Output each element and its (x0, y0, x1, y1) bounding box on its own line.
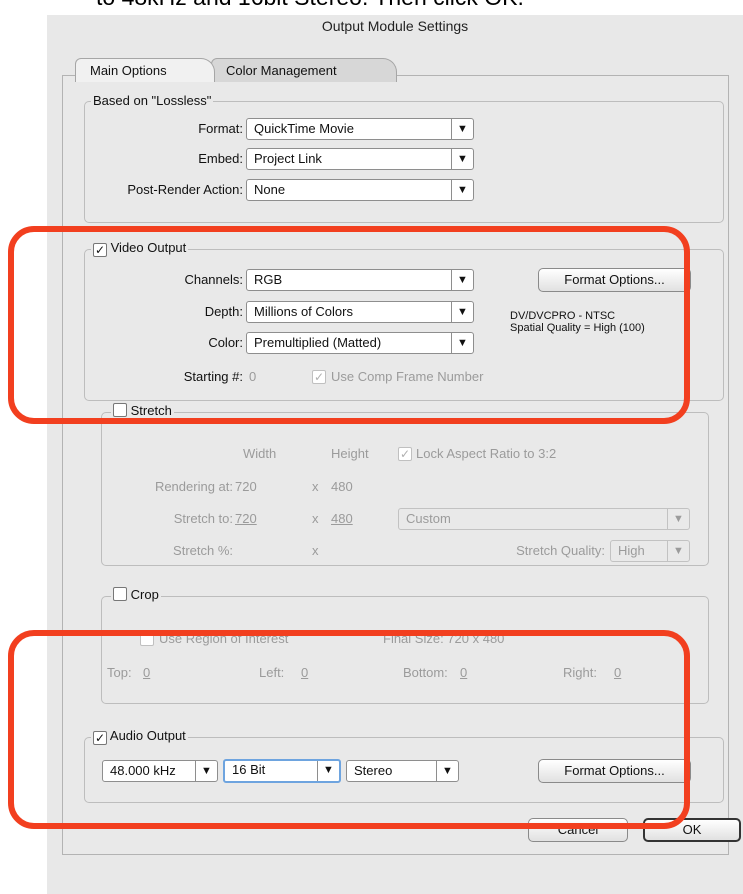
ok-button[interactable]: OK (643, 818, 741, 842)
audio-rate-value: 48.000 kHz (110, 763, 176, 778)
audio-format-options-button[interactable]: Format Options... (538, 759, 691, 783)
triangle-down-icon: ▼ (667, 541, 689, 561)
triangle-down-icon: ▼ (436, 761, 458, 781)
video-output-label: Video Output (110, 240, 187, 255)
audio-output-checkbox[interactable]: ✓ (93, 731, 107, 745)
video-output-legend: ✓ Video Output (91, 240, 189, 257)
color-label: Color: (208, 335, 243, 350)
channels-select-value: RGB (254, 272, 283, 287)
post-render-select-value: None (254, 182, 286, 197)
rendering-x: x (312, 479, 319, 494)
format-label: Format: (198, 121, 243, 136)
audio-channels-value: Stereo (354, 763, 393, 778)
stretch-quality-value: High (618, 543, 645, 558)
stretch-percent-label: Stretch %: (173, 543, 233, 558)
stretch-to-height[interactable]: 480 (331, 508, 353, 530)
use-comp-frame-label: Use Comp Frame Number (331, 369, 484, 384)
crop-top-value[interactable]: 0 (143, 662, 150, 684)
depth-select[interactable]: Millions of Colors ▼ (246, 301, 474, 323)
color-select-value: Premultiplied (Matted) (254, 335, 382, 350)
embed-select[interactable]: Project Link ▼ (246, 148, 474, 170)
triangle-down-icon: ▼ (451, 149, 473, 169)
audio-channels-select[interactable]: Stereo ▼ (346, 760, 459, 782)
main-options-panel: Based on "Lossless" Format: QuickTime Mo… (62, 75, 729, 855)
stretch-percent-x: x (312, 543, 319, 558)
video-format-options-button[interactable]: Format Options... (538, 268, 691, 292)
audio-rate-select[interactable]: 48.000 kHz ▼ (102, 760, 218, 782)
triangle-down-icon: ▼ (667, 509, 689, 529)
crop-group (101, 596, 709, 704)
triangle-down-icon: ▼ (451, 333, 473, 353)
rendering-width: 720 (235, 479, 257, 494)
instruction-caption: to 48kHz and 16bit Stereo. Then click OK… (96, 0, 524, 11)
output-module-dialog: Output Module Settings Color Management … (47, 15, 743, 894)
crop-bottom-value[interactable]: 0 (460, 662, 467, 684)
audio-bits-select[interactable]: 16 Bit ▼ (223, 759, 341, 783)
crop-label: Crop (130, 587, 159, 602)
tab-color-management[interactable]: Color Management (211, 58, 397, 82)
stretch-to-width[interactable]: 720 (235, 508, 257, 530)
use-roi-label: Use Region of Interest (159, 631, 289, 646)
starting-number-label: Starting #: (183, 369, 243, 384)
crop-top-label: Top: (107, 665, 132, 680)
crop-bottom-label: Bottom: (403, 665, 448, 680)
post-render-select[interactable]: None ▼ (246, 179, 474, 201)
post-render-label: Post-Render Action: (127, 182, 243, 197)
starting-number-value: 0 (249, 369, 257, 384)
triangle-down-icon: ▼ (451, 180, 473, 200)
format-select[interactable]: QuickTime Movie ▼ (246, 118, 474, 140)
height-header: Height (331, 446, 369, 461)
rendering-height: 480 (331, 479, 353, 494)
embed-label: Embed: (198, 151, 243, 166)
stretch-preset-value: Custom (406, 511, 451, 526)
final-size-text: Final Size: 720 x 480 (383, 631, 505, 646)
stretch-quality-label: Stretch Quality: (516, 543, 605, 558)
crop-legend: Crop (111, 587, 161, 603)
audio-output-label: Audio Output (109, 728, 186, 743)
video-quality-info: Spatial Quality = High (100) (510, 322, 645, 334)
color-select[interactable]: Premultiplied (Matted) ▼ (246, 332, 474, 354)
format-select-value: QuickTime Movie (254, 121, 354, 136)
tab-main-options[interactable]: Main Options (75, 58, 215, 82)
audio-bits-value: 16 Bit (232, 762, 266, 777)
stretch-legend: Stretch (111, 403, 174, 419)
audio-output-legend: ✓ Audio Output (91, 728, 188, 745)
stretch-checkbox[interactable] (113, 403, 127, 417)
use-roi-checkbox[interactable] (140, 632, 154, 646)
triangle-down-icon: ▼ (195, 761, 217, 781)
lock-aspect-label: Lock Aspect Ratio to 3:2 (416, 446, 557, 461)
rendering-at-label: Rendering at: (154, 479, 233, 494)
triangle-down-icon: ▼ (317, 761, 339, 781)
cancel-button[interactable]: Cancel (528, 818, 628, 842)
crop-checkbox[interactable] (113, 587, 127, 601)
triangle-down-icon: ▼ (451, 270, 473, 290)
window-title: Output Module Settings (321, 18, 469, 34)
stretch-to-label: Stretch to: (173, 511, 233, 526)
crop-left-label: Left: (259, 665, 285, 680)
triangle-down-icon: ▼ (451, 119, 473, 139)
based-on-legend: Based on "Lossless" (91, 93, 214, 109)
stretch-label: Stretch (130, 403, 172, 418)
triangle-down-icon: ▼ (451, 302, 473, 322)
crop-right-label: Right: (563, 665, 597, 680)
stretch-preset-select[interactable]: Custom ▼ (398, 508, 690, 530)
channels-label: Channels: (184, 272, 243, 287)
depth-label: Depth: (204, 304, 243, 319)
lock-aspect-checkbox[interactable]: ✓ (398, 447, 412, 461)
channels-select[interactable]: RGB ▼ (246, 269, 474, 291)
width-header: Width (243, 446, 277, 461)
crop-right-value[interactable]: 0 (614, 662, 621, 684)
video-output-checkbox[interactable]: ✓ (93, 243, 107, 257)
stretch-quality-select[interactable]: High ▼ (610, 540, 690, 562)
use-comp-frame-checkbox[interactable]: ✓ (312, 370, 326, 384)
crop-left-value[interactable]: 0 (301, 662, 308, 684)
stretch-to-x: x (312, 511, 319, 526)
embed-select-value: Project Link (254, 151, 322, 166)
depth-select-value: Millions of Colors (254, 304, 353, 319)
